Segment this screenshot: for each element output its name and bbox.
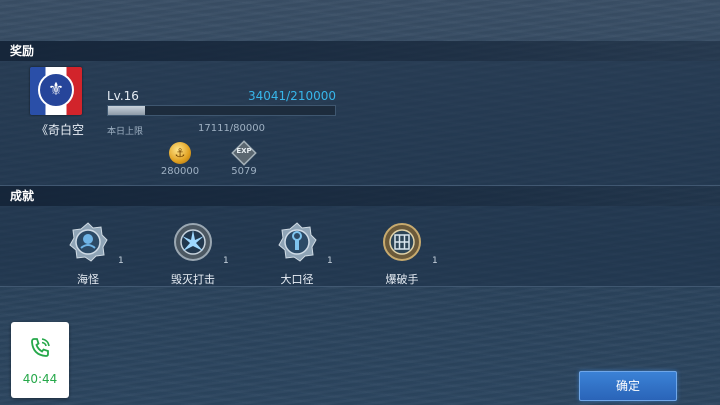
ship-name: 《奇白空 <box>36 123 85 137</box>
reward-header-label: 奖励 <box>10 44 35 58</box>
achievement-header-label: 成就 <box>10 189 35 203</box>
medal-count: 1 <box>327 256 333 266</box>
achievement-header: 成就 <box>0 186 720 206</box>
exp-progress-fill <box>108 106 145 115</box>
coin-reward-value: 280000 <box>160 166 200 177</box>
exp-icon-label: EXP <box>236 147 252 155</box>
medal-label: 毁灭打击 <box>171 273 215 286</box>
destroy-strike-medal-icon[interactable] <box>173 222 213 262</box>
medal-label: 海怪 <box>77 273 99 286</box>
big-caliber-medal-icon[interactable] <box>277 222 317 262</box>
ship-flag-icon: ⚜ <box>30 67 82 115</box>
medal-count: 1 <box>223 256 229 266</box>
demolition-medal-icon[interactable] <box>382 222 422 262</box>
reward-header: 奖励 <box>0 41 720 61</box>
confirm-button[interactable]: 确定 <box>579 371 677 401</box>
exp-progress-text: 34041/210000 <box>247 89 336 103</box>
daily-limit-value: 17111/80000 <box>198 123 265 134</box>
medal-label: 爆破手 <box>385 273 419 286</box>
call-widget[interactable]: 40:44 <box>11 322 69 398</box>
sea-monster-medal-icon[interactable] <box>68 222 108 262</box>
medal-count: 1 <box>118 256 124 266</box>
fleur-de-lis-icon: ⚜ <box>38 72 74 108</box>
gold-coin-icon: ⚓ <box>169 142 191 164</box>
exp-reward-value: 5079 <box>231 166 257 177</box>
ship-level: Lv.16 <box>107 89 139 103</box>
phone-call-icon <box>31 338 50 357</box>
medal-count: 1 <box>432 256 438 266</box>
daily-limit-label: 本日上限 <box>107 127 144 137</box>
medal-label: 大口径 <box>280 273 314 286</box>
call-duration: 40:44 <box>22 372 58 386</box>
exp-progress-bar <box>107 105 336 116</box>
